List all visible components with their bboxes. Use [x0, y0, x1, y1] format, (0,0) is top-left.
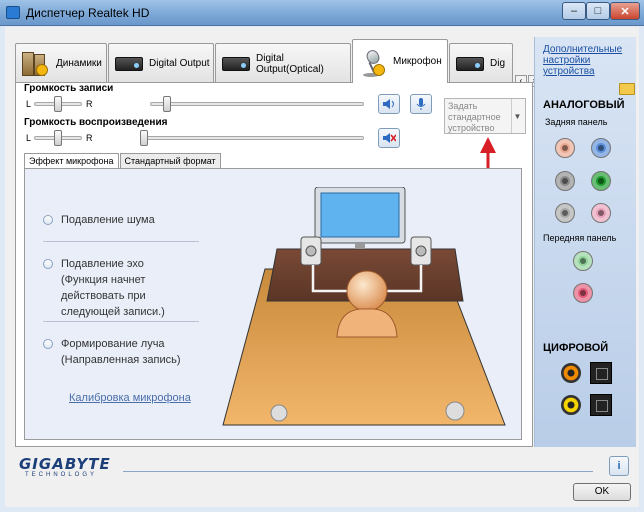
echo-cancellation-option[interactable]: Подавление эхо (Функция начнет действова… — [43, 256, 165, 320]
separator — [43, 241, 199, 242]
echo-line-1: Подавление эхо — [61, 258, 144, 270]
muted-volume-icon — [383, 133, 396, 143]
playback-l-label: L — [26, 133, 32, 143]
tab-default-format[interactable]: Стандартный формат — [119, 153, 221, 169]
tab-label: Микрофон — [393, 56, 442, 67]
rear-jack-light-pink[interactable] — [591, 203, 611, 223]
microphone-effects-panel: Подавление шума Подавление эхо (Функция … — [24, 168, 522, 440]
tab-label: Dig — [490, 58, 506, 69]
set-default-label: Задать стандартное устройство — [448, 101, 501, 133]
microphone-calibration-link[interactable]: Калибровка микрофона — [69, 392, 191, 404]
maximize-button[interactable]: □ — [586, 2, 610, 20]
echo-line-3: действовать при — [61, 290, 146, 302]
gigabyte-logo: GIGABYTE — [19, 455, 111, 473]
digital-output-icon — [115, 56, 143, 71]
analog-section-title: АНАЛОГОВЫЙ — [543, 99, 625, 111]
advanced-device-settings-link[interactable]: Дополнительные настройки устройства — [543, 44, 631, 77]
microphone-boost-button[interactable] — [410, 94, 432, 114]
mic-boost-icon — [416, 98, 426, 110]
microphone-scene-illustration — [222, 187, 506, 426]
noise-suppression-radio[interactable] — [43, 215, 53, 225]
client-area: Динамики Digital Output Digital Output(O… — [5, 27, 639, 507]
digital-output-icon — [456, 56, 484, 71]
volume-icon — [383, 99, 394, 109]
optical-output-icon — [222, 56, 250, 71]
tab-label: Digital Output — [149, 58, 210, 69]
digital-optical-port-2[interactable] — [590, 394, 612, 416]
separator — [43, 321, 199, 322]
footer: GIGABYTE TECHNOLOGY i OK — [5, 447, 639, 507]
digital-coaxial-jack-orange[interactable] — [561, 363, 581, 383]
beamforming-option[interactable]: Формирование луча (Направленная запись) — [43, 336, 180, 368]
recording-r-label: R — [86, 99, 93, 109]
recording-balance-slider[interactable] — [54, 96, 62, 112]
echo-cancellation-radio[interactable] — [43, 259, 53, 269]
beamforming-label: Формирование луча (Направленная запись) — [61, 336, 180, 368]
speaker-icon — [22, 51, 50, 76]
tab-label: Digital Output(Optical) — [256, 52, 324, 75]
tab-speakers[interactable]: Динамики — [15, 43, 107, 83]
rear-jack-gray[interactable] — [555, 171, 575, 191]
recording-volume-label: Громкость записи — [24, 83, 114, 94]
connector-settings-panel: Дополнительные настройки устройства АНАЛ… — [534, 37, 636, 447]
microphone-subtabs: Эффект микрофона Стандартный формат — [24, 153, 222, 170]
playback-volume-track — [140, 136, 364, 140]
recording-volume-slider[interactable] — [163, 96, 172, 112]
playback-volume-label: Громкость воспроизведения — [24, 117, 168, 128]
dropdown-arrow-icon: ▼ — [511, 99, 523, 133]
recording-volume-track — [150, 102, 364, 106]
playback-mute-button[interactable] — [378, 128, 400, 148]
recording-l-label: L — [26, 99, 32, 109]
digital-optical-port[interactable] — [590, 362, 612, 384]
front-jack-pink[interactable] — [573, 283, 593, 303]
recording-mute-button[interactable] — [378, 94, 400, 114]
realtek-app-icon — [6, 6, 20, 19]
front-panel-label: Передняя панель — [543, 233, 617, 243]
close-button[interactable]: ✕ — [610, 2, 640, 20]
rear-panel-label: Задняя панель — [545, 117, 608, 127]
beam-line-1: Формирование луча — [61, 338, 165, 350]
device-tabs: Динамики Digital Output Digital Output(O… — [15, 37, 540, 87]
playback-r-label: R — [86, 133, 93, 143]
tab-digital-output-optical[interactable]: Digital Output(Optical) — [215, 43, 351, 83]
digital-coaxial-jack-yellow[interactable] — [561, 395, 581, 415]
gigabyte-logo-sub: TECHNOLOGY — [25, 472, 98, 478]
rear-jack-light-gray[interactable] — [555, 203, 575, 223]
tab-microphone[interactable]: Микрофон — [352, 39, 448, 83]
echo-line-4: следующей записи.) — [61, 306, 165, 318]
echo-cancellation-label: Подавление эхо (Функция начнет действова… — [61, 256, 165, 320]
ok-button[interactable]: OK — [573, 483, 631, 501]
front-jack-green[interactable] — [573, 251, 593, 271]
rear-jack-blue[interactable] — [591, 138, 611, 158]
rear-jack-pink-line-in[interactable] — [555, 138, 575, 158]
microphone-icon — [359, 47, 387, 77]
beamforming-radio[interactable] — [43, 339, 53, 349]
tab-digital-output-2[interactable]: Dig — [449, 43, 513, 83]
tab-label: Динамики — [56, 58, 102, 69]
footer-divider — [123, 471, 593, 472]
beam-line-2: (Направленная запись) — [61, 354, 181, 366]
digital-section-title: ЦИФРОВОЙ — [543, 342, 609, 354]
playback-balance-slider[interactable] — [54, 130, 62, 146]
echo-line-2: (Функция начнет — [61, 274, 146, 286]
info-button[interactable]: i — [609, 456, 629, 476]
folder-icon[interactable] — [619, 83, 635, 95]
set-default-device-dropdown[interactable]: Задать стандартное устройство ▼ — [444, 98, 526, 134]
tab-digital-output[interactable]: Digital Output — [108, 43, 214, 83]
rear-jack-green[interactable] — [591, 171, 611, 191]
window-title: Диспетчер Realtek HD — [26, 6, 150, 20]
playback-volume-slider[interactable] — [140, 130, 148, 146]
noise-suppression-option[interactable]: Подавление шума — [43, 212, 155, 228]
minimize-button[interactable]: – — [562, 2, 586, 20]
title-bar: Диспетчер Realtek HD – □ ✕ — [0, 0, 644, 26]
noise-suppression-label: Подавление шума — [61, 214, 155, 226]
microphone-panel: Громкость записи L R Громкость воспроизв… — [15, 82, 533, 447]
